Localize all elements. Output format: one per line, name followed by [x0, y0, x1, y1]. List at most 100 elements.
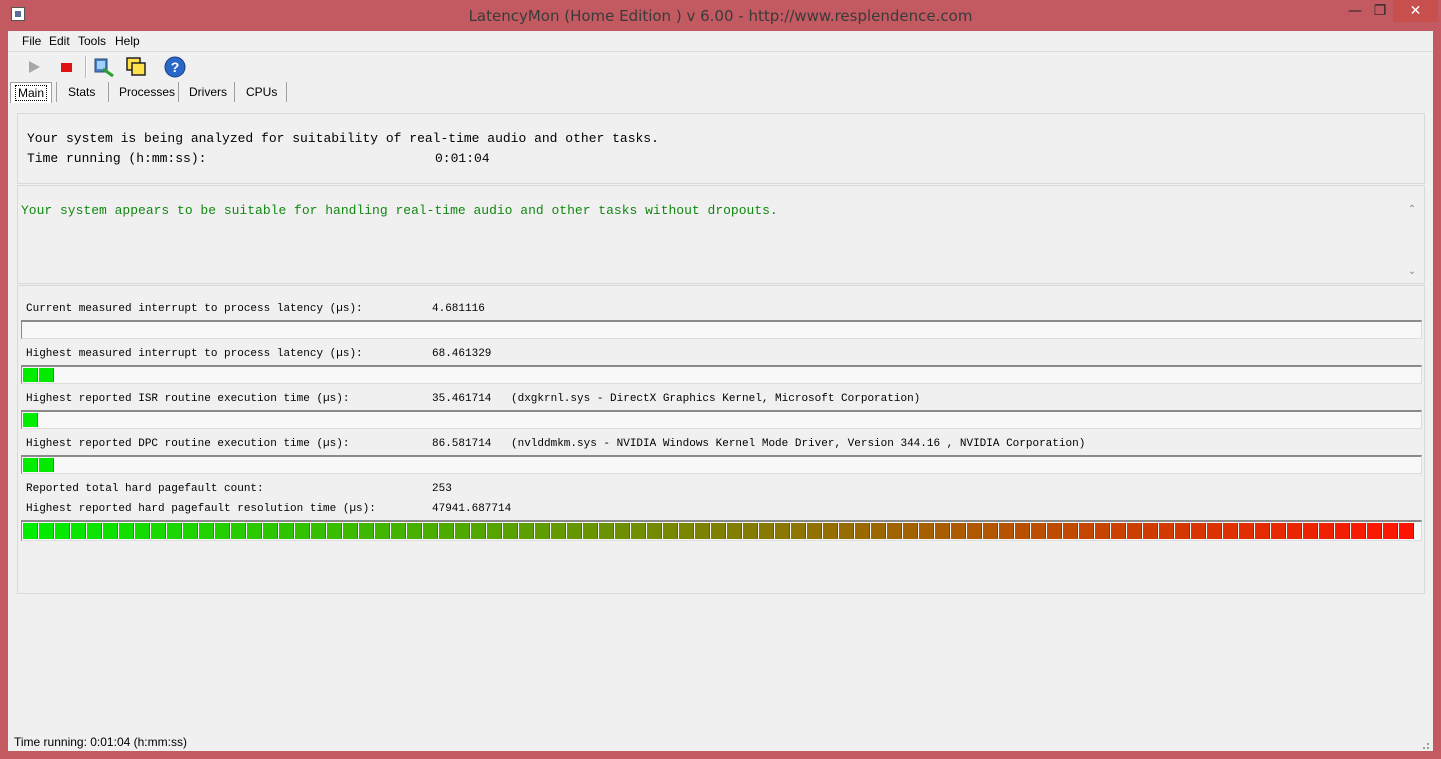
bar-segment [519, 523, 534, 539]
bar-segment [23, 413, 38, 427]
bar-segment [247, 523, 262, 539]
dpc-label: Highest reported DPC routine execution t… [26, 438, 350, 450]
dpc-driver-detail: (nvlddmkm.sys - NVIDIA Windows Kernel Mo… [511, 438, 1086, 450]
bar-segment [311, 523, 326, 539]
bar-segment [839, 523, 854, 539]
client-area: File Edit Tools Help ? Main Stats Proces… [8, 31, 1433, 751]
bar-segment [439, 523, 454, 539]
bar-segment [1095, 523, 1110, 539]
bar-segment [583, 523, 598, 539]
bar-segment [471, 523, 486, 539]
tab-cpus[interactable]: CPUs [246, 82, 277, 102]
dpc-bar [21, 455, 1422, 474]
bar-segment [1175, 523, 1190, 539]
bar-segment [215, 523, 230, 539]
bar-segment [711, 523, 726, 539]
windows-icon[interactable] [124, 55, 148, 79]
analyze-icon[interactable] [92, 55, 116, 79]
highest-latency-value: 68.461329 [432, 348, 492, 360]
bar-segment [455, 523, 470, 539]
tab-drivers[interactable]: Drivers [189, 82, 227, 102]
bar-segment [407, 523, 422, 539]
menu-file[interactable]: File [22, 34, 41, 48]
analysis-status-panel: Your system is being analyzed for suitab… [17, 113, 1425, 184]
toolbar-separator [85, 56, 87, 78]
title-bar[interactable]: LatencyMon (Home Edition ) v 6.00 - http… [0, 0, 1441, 31]
menu-tools[interactable]: Tools [78, 34, 106, 48]
bar-segment [951, 523, 966, 539]
window-title: LatencyMon (Home Edition ) v 6.00 - http… [468, 7, 973, 25]
bar-segment [887, 523, 902, 539]
play-icon[interactable] [22, 55, 46, 79]
bar-segment [87, 523, 102, 539]
bar-segment [1287, 523, 1302, 539]
stop-icon[interactable] [54, 55, 78, 79]
bar-segment [1383, 523, 1398, 539]
tab-main[interactable]: Main [10, 82, 52, 103]
bar-segment [279, 523, 294, 539]
pagefault-count-label: Reported total hard pagefault count: [26, 483, 264, 495]
status-bar-text: Time running: 0:01:04 (h:mm:ss) [14, 735, 187, 749]
bar-segment [1191, 523, 1206, 539]
bar-segment [535, 523, 550, 539]
pagefault-count-value: 253 [432, 483, 452, 495]
bar-segment [359, 523, 374, 539]
bar-segment [39, 523, 54, 539]
current-latency-label: Current measured interrupt to process la… [26, 303, 363, 315]
scroll-up-icon[interactable]: ⌃ [1404, 203, 1420, 217]
bar-segment [663, 523, 678, 539]
bar-segment [1367, 523, 1382, 539]
bar-segment [119, 523, 134, 539]
bar-segment [615, 523, 630, 539]
bar-segment [263, 523, 278, 539]
bar-segment [23, 523, 38, 539]
bar-segment [1127, 523, 1142, 539]
bar-segment [295, 523, 310, 539]
isr-driver-detail: (dxgkrnl.sys - DirectX Graphics Kernel, … [511, 393, 921, 405]
bar-segment [23, 368, 38, 382]
close-button[interactable]: ✕ [1393, 0, 1438, 22]
help-icon[interactable]: ? [163, 55, 187, 79]
bar-segment [1399, 523, 1414, 539]
bar-segment [967, 523, 982, 539]
pagefault-time-label: Highest reported hard pagefault resoluti… [26, 503, 376, 515]
bar-segment [487, 523, 502, 539]
bar-segment [1063, 523, 1078, 539]
isr-bar [21, 410, 1422, 429]
bar-segment [1271, 523, 1286, 539]
bar-segment [23, 458, 38, 472]
menu-edit[interactable]: Edit [49, 34, 70, 48]
bar-segment [759, 523, 774, 539]
bar-segment [1031, 523, 1046, 539]
verdict-panel: Your system appears to be suitable for h… [17, 185, 1425, 284]
bar-segment [855, 523, 870, 539]
svg-text:?: ? [171, 59, 180, 75]
maximize-button[interactable]: ❐ [1367, 0, 1393, 22]
bar-segment [695, 523, 710, 539]
bar-segment [983, 523, 998, 539]
pagefault-time-bar [21, 520, 1422, 541]
bar-segment [823, 523, 838, 539]
menu-help[interactable]: Help [115, 34, 140, 48]
bar-segment [1223, 523, 1238, 539]
bar-segment [1319, 523, 1334, 539]
resize-grip-icon[interactable] [1419, 739, 1431, 751]
tab-separator [56, 82, 57, 102]
highest-latency-label: Highest measured interrupt to process la… [26, 348, 363, 360]
bar-segment [1111, 523, 1126, 539]
minimize-button[interactable]: — [1343, 0, 1367, 22]
tab-bar: Main Stats Processes Drivers CPUs [8, 82, 1433, 104]
highest-latency-bar [21, 365, 1422, 384]
tab-stats[interactable]: Stats [68, 82, 95, 102]
verdict-scrollbar[interactable]: ⌃ ⌄ [1404, 201, 1420, 283]
bar-segment [1239, 523, 1254, 539]
bar-segment [503, 523, 518, 539]
tab-processes[interactable]: Processes [119, 82, 175, 102]
bar-segment [39, 368, 54, 382]
time-running-value: 0:01:04 [435, 151, 490, 166]
bar-segment [807, 523, 822, 539]
bar-segment [135, 523, 150, 539]
menu-bar: File Edit Tools Help [8, 31, 1433, 52]
scroll-down-icon[interactable]: ⌄ [1404, 265, 1420, 279]
bar-segment [199, 523, 214, 539]
